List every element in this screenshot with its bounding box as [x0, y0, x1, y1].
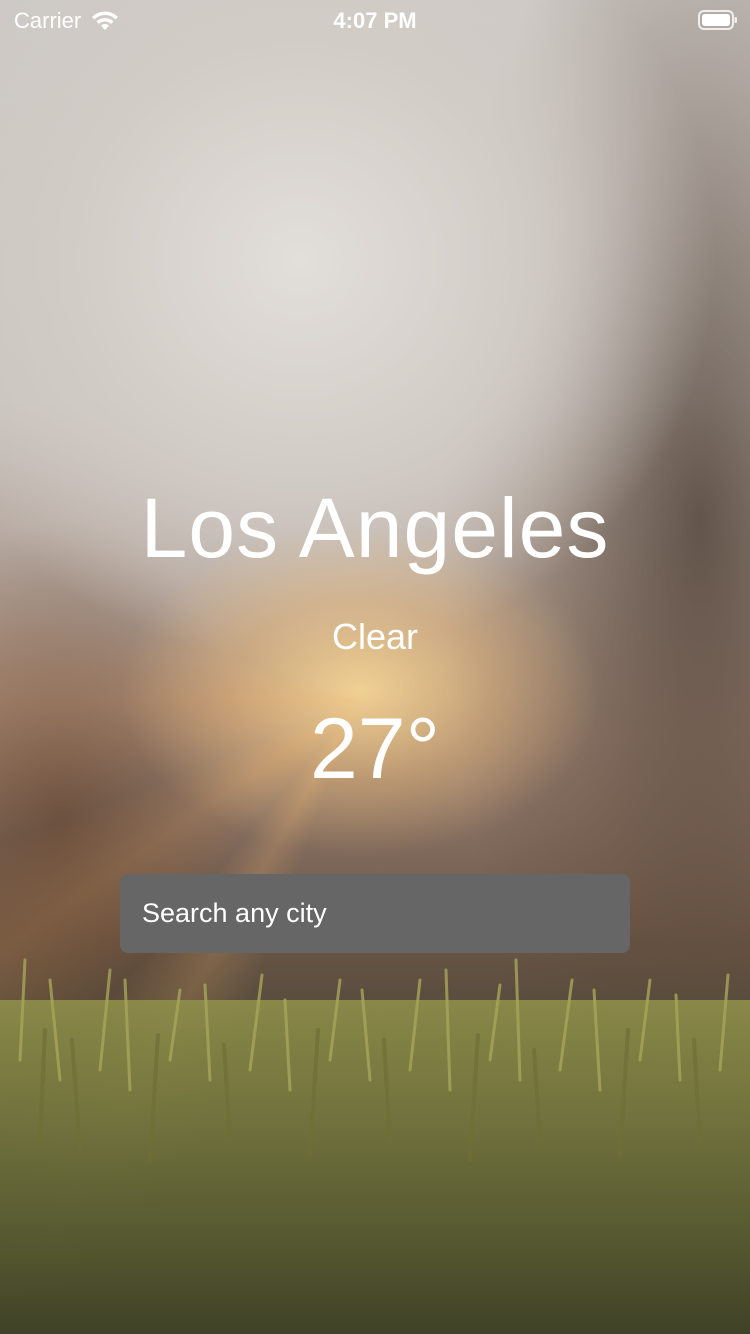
temperature: 27° — [309, 701, 441, 797]
weather-condition: Clear — [331, 616, 419, 657]
city-search-input[interactable] — [140, 897, 610, 930]
background-photo: Carrier 4:07 PM Los Angeles Clear 27° — [0, 0, 750, 1334]
weather-view: Los Angeles Clear 27° — [0, 0, 750, 1334]
search-bar[interactable] — [120, 874, 630, 953]
city-name: Los Angeles — [140, 481, 610, 575]
